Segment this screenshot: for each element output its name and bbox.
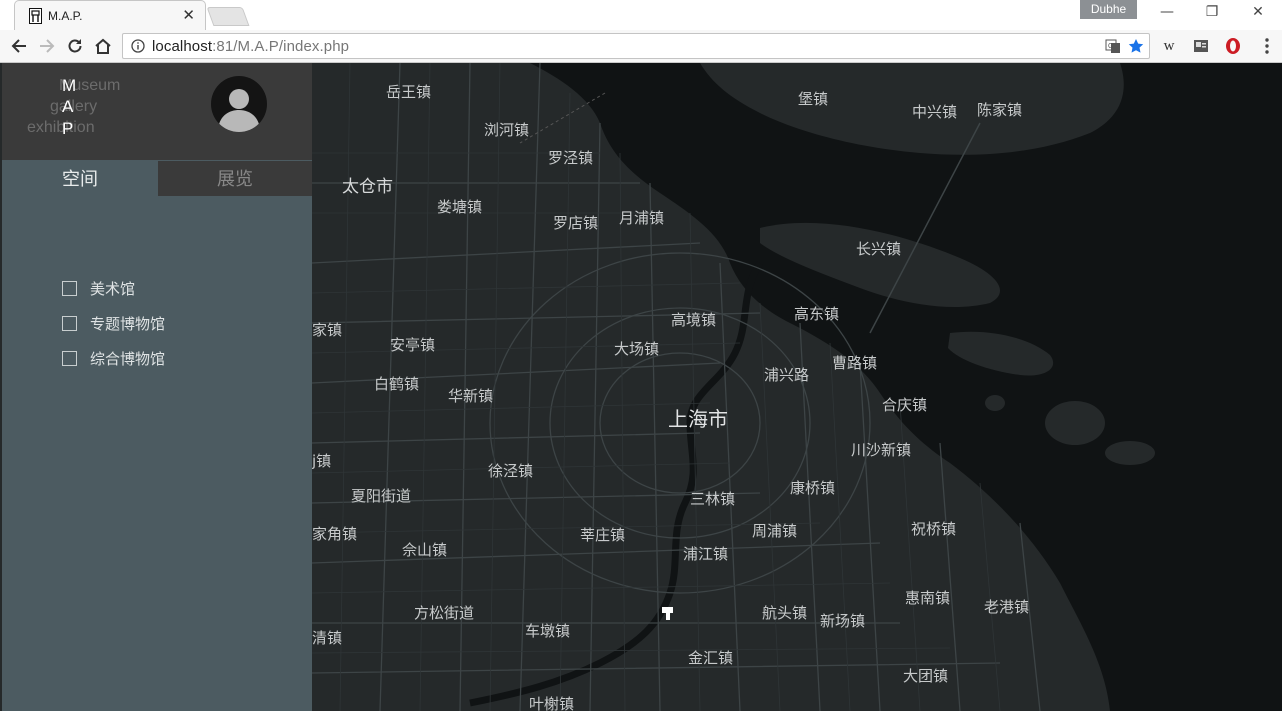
id-card-extension-icon[interactable] bbox=[1192, 37, 1210, 55]
map-label: 华新镇 bbox=[448, 387, 494, 405]
category-label: 专题博物馆 bbox=[90, 314, 166, 333]
tab-space[interactable]: 空间 bbox=[2, 161, 158, 196]
url-path: :81/M.A.P/index.php bbox=[212, 38, 350, 55]
map-label: 白鹤镇 bbox=[374, 375, 420, 393]
wikipedia-extension-icon[interactable]: w bbox=[1160, 37, 1178, 55]
sidebar: Museum gallery exhibition M A P 空间 展览 美术… bbox=[2, 63, 312, 711]
map-label: 家角镇 bbox=[312, 525, 358, 543]
map-label: 浦兴路 bbox=[764, 366, 810, 384]
back-button[interactable] bbox=[8, 35, 30, 57]
map-label: 浦江镇 bbox=[683, 545, 729, 563]
map-label: 车墩镇 bbox=[525, 622, 571, 640]
map-label: 大场镇 bbox=[614, 340, 660, 358]
map-label: 周浦镇 bbox=[752, 522, 798, 540]
map-label: 大团镇 bbox=[903, 667, 949, 685]
avatar[interactable] bbox=[211, 76, 267, 132]
url-host: localhost bbox=[152, 38, 213, 55]
map-label: 长兴镇 bbox=[856, 240, 902, 258]
map-label: 曹路镇 bbox=[832, 354, 878, 372]
map-label: 康桥镇 bbox=[790, 479, 836, 497]
category-checkbox[interactable] bbox=[62, 350, 77, 366]
map-label: 惠南镇 bbox=[905, 589, 951, 607]
sidebar-tabs: 空间 展览 bbox=[2, 161, 312, 196]
map-label: 浏河镇 bbox=[484, 121, 530, 139]
browser-tab[interactable]: M.A.P. ✕ bbox=[14, 0, 206, 30]
map-label: 川沙新镇 bbox=[851, 441, 912, 459]
category-label: 综合博物馆 bbox=[90, 349, 166, 368]
map-label: 罗店镇 bbox=[553, 214, 599, 232]
profile-badge[interactable]: Dubhe bbox=[1080, 0, 1137, 19]
map-label-city: 上海市 bbox=[668, 407, 728, 431]
browser-titlebar: M.A.P. ✕ Dubhe — ❐ ✕ bbox=[0, 0, 1282, 30]
logo-word-exhibition: exhibition bbox=[27, 119, 95, 136]
map-label: 太仓市 bbox=[342, 177, 393, 197]
new-tab-button[interactable] bbox=[206, 7, 250, 26]
map-label: 叶榭镇 bbox=[529, 695, 575, 711]
map-label: 老港镇 bbox=[984, 598, 1030, 616]
map-label: 家镇 bbox=[312, 321, 343, 339]
home-button[interactable] bbox=[92, 35, 114, 57]
map-label: 清镇 bbox=[312, 629, 343, 647]
logo-letter-p: P bbox=[62, 119, 74, 138]
translate-icon[interactable]: G bbox=[1105, 38, 1121, 54]
forward-button[interactable] bbox=[36, 35, 58, 57]
bookmark-star-icon[interactable] bbox=[1128, 38, 1144, 54]
page-content: 岳王镇 浏河镇 罗泾镇 太仓市 娄塘镇 罗店镇 月浦镇 堡镇 中兴镇 陈家镇 长… bbox=[0, 63, 1282, 711]
map-label: 航头镇 bbox=[762, 604, 808, 622]
svg-text:G: G bbox=[1108, 43, 1113, 50]
category-item-art-museum[interactable]: 美术馆 bbox=[62, 278, 135, 298]
map-label: 徐泾镇 bbox=[488, 462, 534, 480]
map-label: 堡镇 bbox=[798, 90, 829, 108]
reload-icon bbox=[68, 39, 82, 53]
info-icon[interactable] bbox=[131, 39, 145, 53]
tab-exhibition[interactable]: 展览 bbox=[158, 161, 312, 196]
map-label: 祝桥镇 bbox=[911, 520, 957, 538]
map-label: 新场镇 bbox=[820, 612, 866, 630]
map-label: 合庆镇 bbox=[882, 396, 928, 414]
category-item-general-museum[interactable]: 综合博物馆 bbox=[62, 348, 165, 368]
logo-letter-a: A bbox=[62, 97, 74, 116]
map-label: 莘庄镇 bbox=[580, 526, 626, 544]
map-favicon-icon bbox=[29, 8, 42, 24]
map-label: 月浦镇 bbox=[619, 209, 665, 227]
map-label: j镇 bbox=[312, 452, 332, 470]
address-bar[interactable]: localhost:81/M.A.P/index.php G bbox=[122, 33, 1150, 59]
home-icon bbox=[95, 38, 111, 54]
category-checkbox[interactable] bbox=[62, 315, 77, 331]
map-label: 陈家镇 bbox=[977, 101, 1023, 119]
category-label: 美术馆 bbox=[90, 279, 136, 298]
tab-title: M.A.P. bbox=[48, 9, 83, 23]
map-label: 安亭镇 bbox=[390, 336, 436, 354]
menu-button[interactable] bbox=[1256, 35, 1278, 57]
close-window-button[interactable]: ✕ bbox=[1243, 4, 1273, 20]
map-label: 金汇镇 bbox=[688, 649, 734, 667]
minimize-button[interactable]: — bbox=[1152, 4, 1182, 20]
logo-word-gallery: gallery bbox=[50, 98, 98, 115]
map-label: 高东镇 bbox=[794, 305, 840, 323]
map-label: 中兴镇 bbox=[912, 103, 958, 121]
opera-extension-icon[interactable] bbox=[1224, 37, 1242, 55]
logo-letter-m: M bbox=[62, 76, 77, 95]
browser-toolbar: localhost:81/M.A.P/index.php G w bbox=[0, 30, 1282, 63]
reload-button[interactable] bbox=[64, 35, 86, 57]
url-text[interactable]: localhost:81/M.A.P/index.php bbox=[152, 38, 349, 55]
map-label: 佘山镇 bbox=[402, 541, 448, 559]
map-label: 岳王镇 bbox=[386, 83, 432, 101]
more-vert-icon bbox=[1265, 38, 1269, 54]
restore-button[interactable]: ❐ bbox=[1197, 4, 1227, 20]
map-label: 三林镇 bbox=[690, 490, 736, 508]
map-label: 娄塘镇 bbox=[437, 198, 483, 216]
tab-close-icon[interactable]: ✕ bbox=[182, 7, 195, 23]
back-arrow-icon bbox=[11, 39, 26, 53]
map-label: 高境镇 bbox=[671, 311, 717, 329]
user-avatar-icon bbox=[218, 89, 260, 132]
forward-arrow-icon bbox=[40, 39, 55, 53]
map-label: 罗泾镇 bbox=[548, 149, 594, 167]
category-item-theme-museum[interactable]: 专题博物馆 bbox=[62, 313, 165, 333]
map-label: 夏阳街道 bbox=[351, 487, 412, 505]
sidebar-header: Museum gallery exhibition M A P bbox=[2, 63, 312, 160]
map-label: 方松街道 bbox=[414, 604, 475, 622]
category-checkbox[interactable] bbox=[62, 280, 77, 296]
